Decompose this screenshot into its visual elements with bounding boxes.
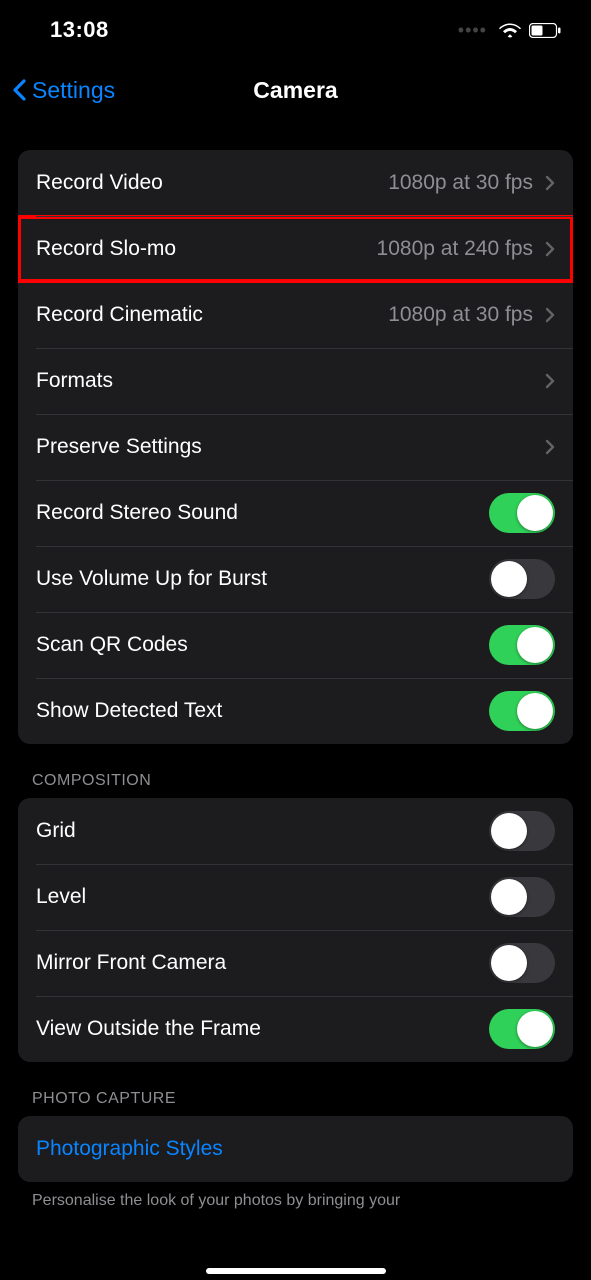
back-label: Settings <box>32 77 115 104</box>
row-label: View Outside the Frame <box>36 1017 489 1041</box>
home-indicator[interactable] <box>206 1268 386 1274</box>
row-record-cinematic[interactable]: Record Cinematic 1080p at 30 fps <box>18 282 573 348</box>
row-mirror-front-camera: Mirror Front Camera <box>18 930 573 996</box>
row-label: Scan QR Codes <box>36 633 489 657</box>
toggle-outside-frame[interactable] <box>489 1009 555 1049</box>
chevron-right-icon <box>545 439 555 455</box>
row-value: 1080p at 30 fps <box>388 171 533 195</box>
status-bar: 13:08 •••• <box>0 0 591 60</box>
row-photographic-styles[interactable]: Photographic Styles <box>18 1116 573 1182</box>
row-label: Record Cinematic <box>36 303 388 327</box>
chevron-right-icon <box>545 373 555 389</box>
row-label: Preserve Settings <box>36 435 545 459</box>
row-record-slomo[interactable]: Record Slo-mo 1080p at 240 fps <box>18 216 573 282</box>
row-formats[interactable]: Formats <box>18 348 573 414</box>
row-label: Photographic Styles <box>36 1137 555 1161</box>
row-label: Mirror Front Camera <box>36 951 489 975</box>
row-label: Formats <box>36 369 545 393</box>
status-indicators: •••• <box>458 20 561 41</box>
row-preserve-settings[interactable]: Preserve Settings <box>18 414 573 480</box>
row-level: Level <box>18 864 573 930</box>
row-label: Record Stereo Sound <box>36 501 489 525</box>
toggle-volume-burst[interactable] <box>489 559 555 599</box>
row-view-outside-frame: View Outside the Frame <box>18 996 573 1062</box>
chevron-left-icon <box>12 78 28 102</box>
back-button[interactable]: Settings <box>12 77 115 104</box>
toggle-level[interactable] <box>489 877 555 917</box>
page-title: Camera <box>253 77 337 104</box>
row-label: Level <box>36 885 489 909</box>
row-label: Record Slo-mo <box>36 237 377 261</box>
row-record-stereo-sound: Record Stereo Sound <box>18 480 573 546</box>
row-value: 1080p at 30 fps <box>388 303 533 327</box>
battery-icon <box>529 23 561 38</box>
chevron-right-icon <box>545 307 555 323</box>
settings-group-photo-capture: Photographic Styles <box>18 1116 573 1182</box>
status-time: 13:08 <box>50 17 109 43</box>
chevron-right-icon <box>545 241 555 257</box>
settings-group-main: Record Video 1080p at 30 fps Record Slo-… <box>18 150 573 744</box>
row-label: Record Video <box>36 171 388 195</box>
toggle-grid[interactable] <box>489 811 555 851</box>
row-label: Use Volume Up for Burst <box>36 567 489 591</box>
nav-header: Settings Camera <box>0 60 591 120</box>
row-grid: Grid <box>18 798 573 864</box>
row-label: Grid <box>36 819 489 843</box>
toggle-scan-qr[interactable] <box>489 625 555 665</box>
section-footer-text: Personalise the look of your photos by b… <box>18 1182 573 1210</box>
cellular-dots-icon: •••• <box>458 20 487 41</box>
row-scan-qr-codes: Scan QR Codes <box>18 612 573 678</box>
chevron-right-icon <box>545 175 555 191</box>
row-label: Show Detected Text <box>36 699 489 723</box>
section-header-composition: COMPOSITION <box>18 744 573 798</box>
wifi-icon <box>499 22 521 38</box>
toggle-detected-text[interactable] <box>489 691 555 731</box>
toggle-stereo-sound[interactable] <box>489 493 555 533</box>
toggle-mirror-front[interactable] <box>489 943 555 983</box>
row-record-video[interactable]: Record Video 1080p at 30 fps <box>18 150 573 216</box>
row-show-detected-text: Show Detected Text <box>18 678 573 744</box>
row-volume-up-burst: Use Volume Up for Burst <box>18 546 573 612</box>
section-header-photo-capture: PHOTO CAPTURE <box>18 1062 573 1116</box>
row-value: 1080p at 240 fps <box>377 237 533 261</box>
settings-group-composition: Grid Level Mirror Front Camera View Outs… <box>18 798 573 1062</box>
